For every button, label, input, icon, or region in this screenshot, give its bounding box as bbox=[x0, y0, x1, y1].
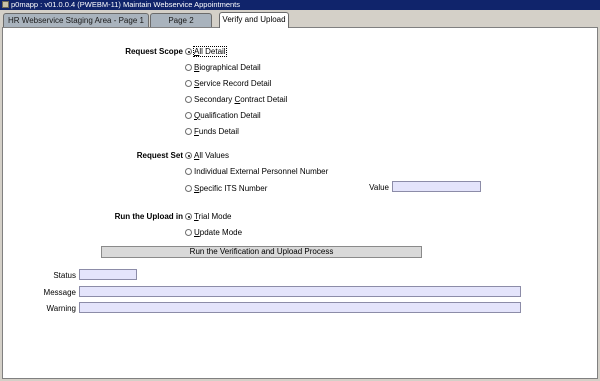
request-set-all-values-radio[interactable]: All Values bbox=[185, 151, 229, 161]
tab-staging-area-page-1[interactable]: HR Webservice Staging Area - Page 1 bbox=[3, 13, 149, 27]
request-scope-funds-radio[interactable]: Funds Detail bbox=[185, 127, 239, 137]
status-label: Status bbox=[53, 271, 76, 280]
radio-checked-icon bbox=[185, 213, 192, 220]
radio-unchecked-icon bbox=[185, 80, 192, 87]
request-scope-service-record-radio[interactable]: Service Record Detail bbox=[185, 79, 271, 89]
request-scope-qualification-radio[interactable]: Qualification Detail bbox=[185, 111, 261, 121]
message-field[interactable] bbox=[79, 286, 521, 297]
request-scope-biographical-radio[interactable]: Biographical Detail bbox=[185, 63, 261, 73]
radio-unchecked-icon bbox=[185, 128, 192, 135]
request-set-label: Request Set bbox=[136, 151, 183, 160]
tab-page-2[interactable]: Page 2 bbox=[150, 13, 212, 27]
radio-unchecked-icon bbox=[185, 168, 192, 175]
upload-mode-label: Run the Upload in bbox=[114, 212, 183, 221]
app-icon bbox=[2, 1, 9, 8]
upload-mode-trial-radio[interactable]: Trial Mode bbox=[185, 212, 232, 222]
tab-label: Page 2 bbox=[168, 16, 194, 25]
tab-verify-and-upload[interactable]: Verify and Upload bbox=[219, 12, 289, 28]
radio-checked-icon bbox=[185, 48, 192, 55]
window-title: p0mapp : v01.0.0.4 (PWEBM-11) Maintain W… bbox=[11, 0, 240, 9]
radio-unchecked-icon bbox=[185, 112, 192, 119]
radio-unchecked-icon bbox=[185, 185, 192, 192]
message-label: Message bbox=[43, 288, 76, 297]
request-scope-secondary-contract-radio[interactable]: Secondary Contract Detail bbox=[185, 95, 287, 105]
radio-unchecked-icon bbox=[185, 96, 192, 103]
upload-mode-update-radio[interactable]: Update Mode bbox=[185, 228, 242, 238]
request-scope-all-detail-radio[interactable]: All Detail bbox=[185, 46, 227, 57]
status-field[interactable] bbox=[79, 269, 137, 280]
value-label: Value bbox=[369, 183, 389, 192]
request-set-individual-radio[interactable]: Individual External Personnel Number bbox=[185, 167, 328, 177]
run-verification-upload-button[interactable]: Run the Verification and Upload Process bbox=[101, 246, 422, 258]
radio-unchecked-icon bbox=[185, 229, 192, 236]
window-titlebar: p0mapp : v01.0.0.4 (PWEBM-11) Maintain W… bbox=[0, 0, 600, 10]
request-set-specific-its-radio[interactable]: Specific ITS Number bbox=[185, 184, 267, 194]
tab-label: Verify and Upload bbox=[222, 15, 286, 24]
warning-field[interactable] bbox=[79, 302, 521, 313]
request-scope-label: Request Scope bbox=[125, 47, 183, 56]
radio-unchecked-icon bbox=[185, 64, 192, 71]
verify-upload-panel bbox=[2, 27, 598, 379]
radio-checked-icon bbox=[185, 152, 192, 159]
tab-label: HR Webservice Staging Area - Page 1 bbox=[8, 16, 144, 25]
value-input[interactable] bbox=[392, 181, 481, 192]
warning-label: Warning bbox=[46, 304, 77, 313]
